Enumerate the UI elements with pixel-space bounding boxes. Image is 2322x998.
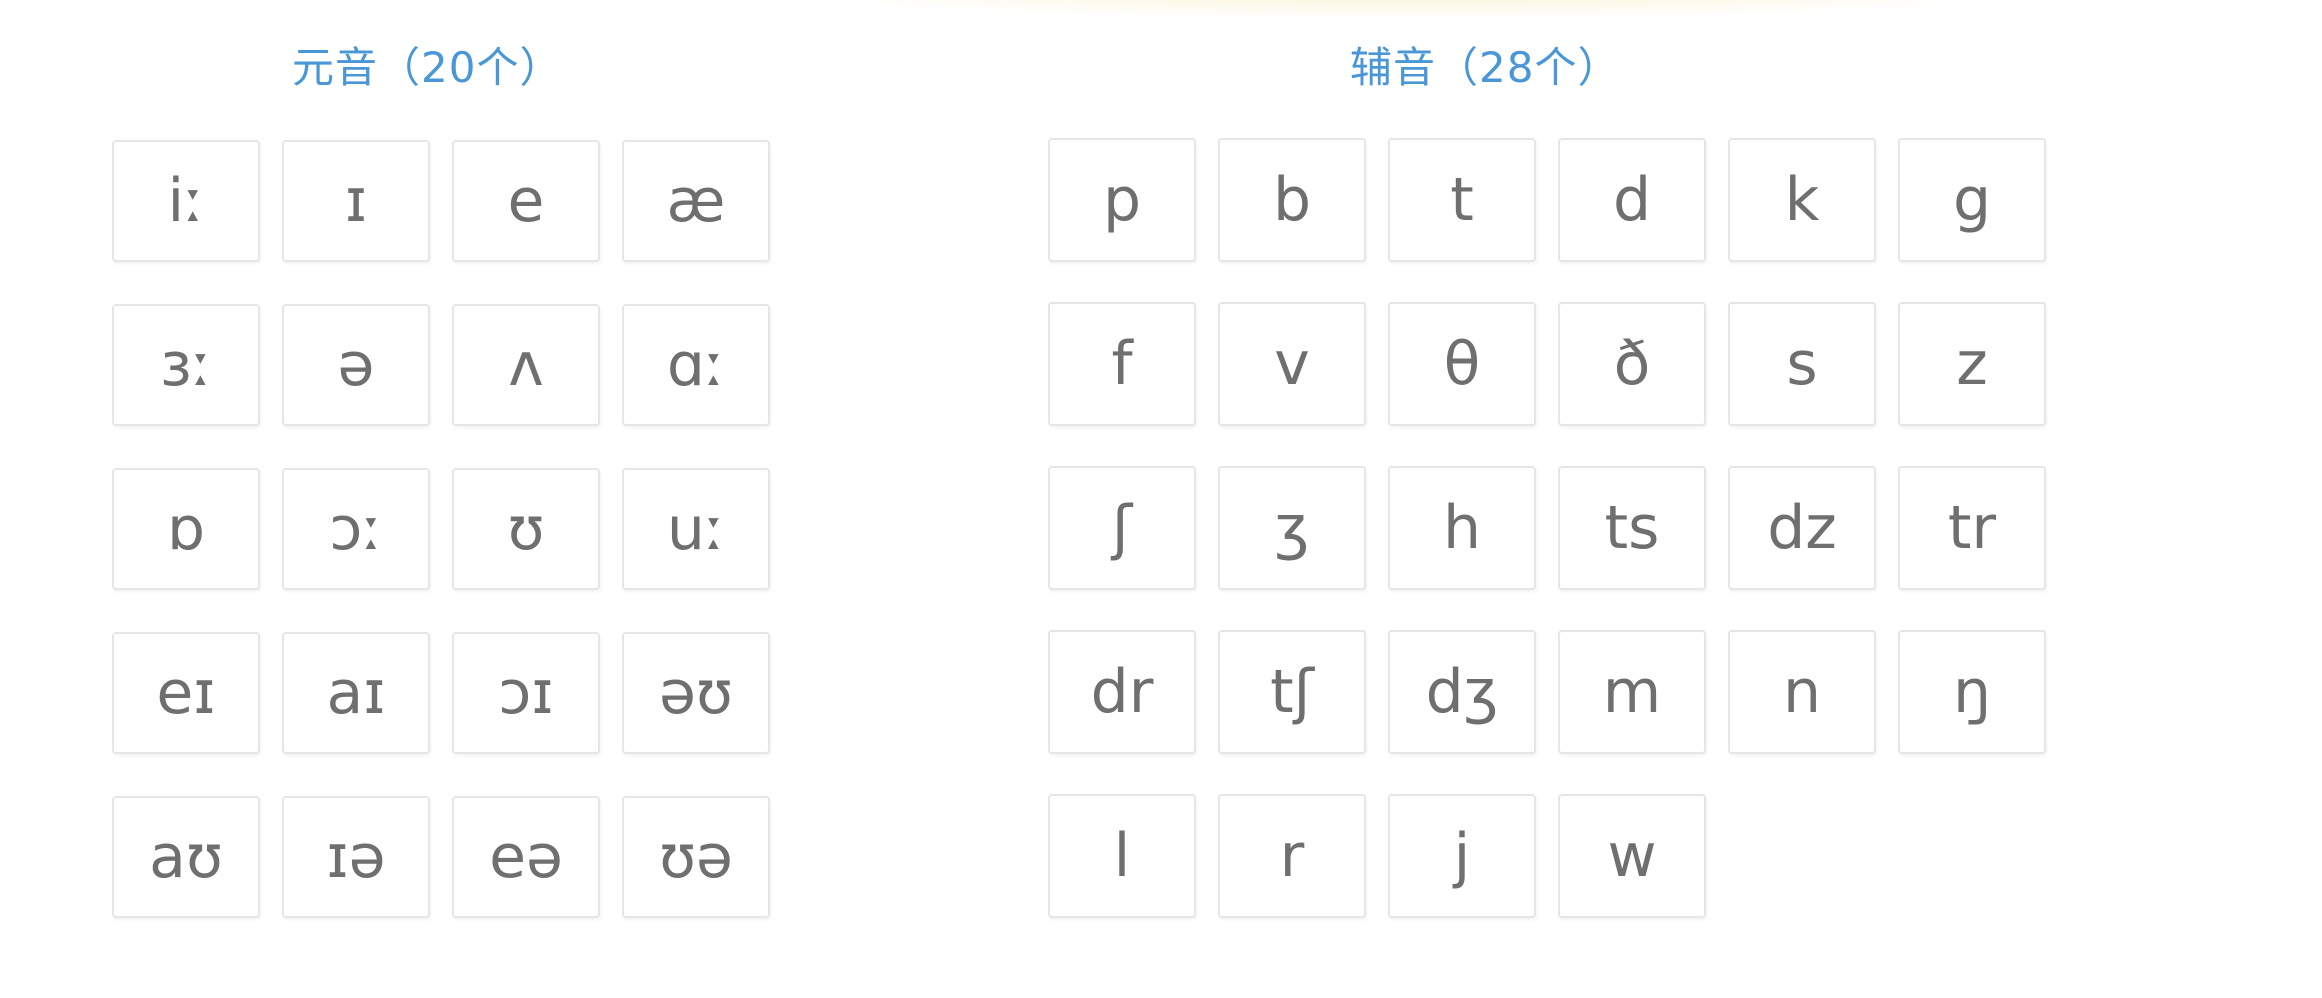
vowel-key[interactable]: əʊ (622, 632, 770, 754)
vowels-title: 元音（20个） (292, 43, 563, 92)
consonant-key[interactable]: ð (1558, 302, 1706, 426)
consonant-key[interactable]: tr (1898, 466, 2046, 590)
consonant-key[interactable]: j (1388, 794, 1536, 918)
consonant-key[interactable]: ʃ (1048, 466, 1196, 590)
consonant-key[interactable]: s (1728, 302, 1876, 426)
vowel-key[interactable]: ə (282, 304, 430, 426)
consonant-key[interactable]: z (1898, 302, 2046, 426)
vowel-key[interactable]: ɒ (112, 468, 260, 590)
vowel-key[interactable]: ɜː (112, 304, 260, 426)
consonant-key[interactable]: θ (1388, 302, 1536, 426)
vowel-key[interactable]: aɪ (282, 632, 430, 754)
consonant-key[interactable]: ts (1558, 466, 1706, 590)
top-glow-decoration (760, 0, 2060, 20)
vowel-key[interactable]: ʊ (452, 468, 600, 590)
consonant-key[interactable]: dz (1728, 466, 1876, 590)
consonants-title: 辅音（28个） (1350, 43, 1621, 92)
vowel-grid: iː ɪ e æ ɜː ə ʌ ɑː ɒ ɔː ʊ uː eɪ aɪ ɔɪ əʊ… (112, 140, 770, 918)
consonant-key[interactable]: d (1558, 138, 1706, 262)
vowel-key[interactable]: ɔː (282, 468, 430, 590)
vowel-key[interactable]: ʌ (452, 304, 600, 426)
consonant-key[interactable]: v (1218, 302, 1366, 426)
consonant-key[interactable]: ŋ (1898, 630, 2046, 754)
vowel-key[interactable]: ɪ (282, 140, 430, 262)
consonant-key[interactable]: n (1728, 630, 1876, 754)
consonant-key[interactable]: dʒ (1388, 630, 1536, 754)
consonant-key[interactable]: b (1218, 138, 1366, 262)
consonant-key[interactable]: tʃ (1218, 630, 1366, 754)
consonant-key[interactable]: f (1048, 302, 1196, 426)
consonant-key[interactable]: m (1558, 630, 1706, 754)
consonant-key[interactable]: ʒ (1218, 466, 1366, 590)
consonant-key[interactable]: w (1558, 794, 1706, 918)
vowel-key[interactable]: e (452, 140, 600, 262)
consonant-key[interactable]: g (1898, 138, 2046, 262)
consonant-key[interactable]: t (1388, 138, 1536, 262)
consonant-key[interactable]: r (1218, 794, 1366, 918)
vowel-key[interactable]: eɪ (112, 632, 260, 754)
consonant-grid: p b t d k g f v θ ð s z ʃ ʒ h ts dz tr d… (1048, 138, 2046, 918)
phonetic-chart-page: 元音（20个） 辅音（28个） iː ɪ e æ ɜː ə ʌ ɑː ɒ ɔː … (0, 0, 2322, 998)
consonant-key[interactable]: k (1728, 138, 1876, 262)
consonant-key[interactable]: l (1048, 794, 1196, 918)
consonant-key[interactable]: dr (1048, 630, 1196, 754)
vowel-key[interactable]: ɔɪ (452, 632, 600, 754)
vowel-key[interactable]: æ (622, 140, 770, 262)
vowel-key[interactable]: eə (452, 796, 600, 918)
vowel-key[interactable]: iː (112, 140, 260, 262)
vowel-key[interactable]: ʊə (622, 796, 770, 918)
vowel-key[interactable]: uː (622, 468, 770, 590)
vowel-key[interactable]: aʊ (112, 796, 260, 918)
consonant-key[interactable]: h (1388, 466, 1536, 590)
consonant-key[interactable]: p (1048, 138, 1196, 262)
vowel-key[interactable]: ɪə (282, 796, 430, 918)
vowel-key[interactable]: ɑː (622, 304, 770, 426)
